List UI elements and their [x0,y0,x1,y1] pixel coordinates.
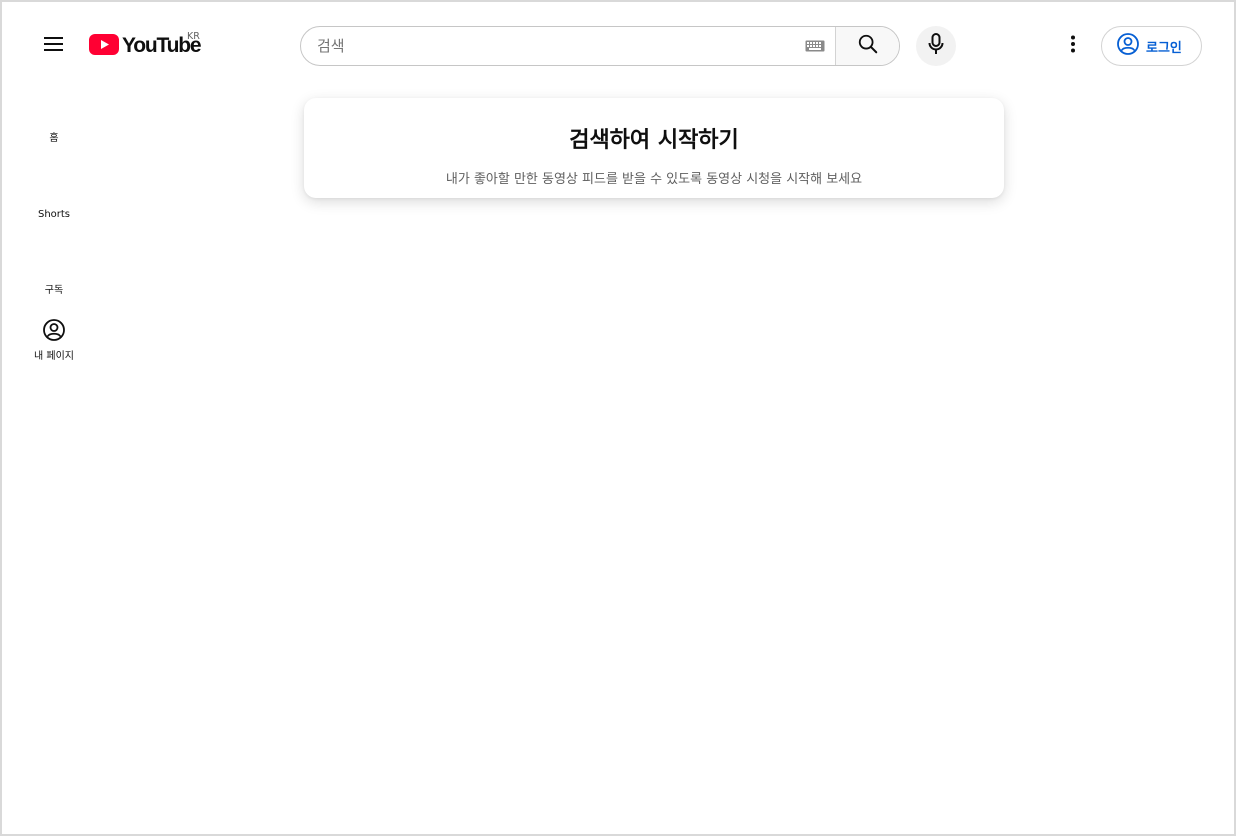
sidebar-item-label: 홈 [49,133,59,144]
more-vertical-icon [1070,35,1076,57]
country-code-label: KR [187,31,200,42]
card-title: 검색하여 시작하기 [569,128,739,153]
card-subtitle: 내가 좋아할 만한 동영상 피드를 받을 수 있도록 동영상 시청을 시작해 보… [445,172,863,187]
sidebar-item-label: 내 페이지 [34,351,74,362]
sign-in-label: 로그인 [1146,40,1182,56]
search-input[interactable] [301,27,795,65]
virtual-keyboard-button[interactable] [795,27,835,65]
guide-menu-button[interactable] [34,26,74,66]
sign-in-button[interactable]: 로그인 [1101,26,1202,66]
account-circle-icon [42,318,66,342]
account-circle-icon [1116,32,1140,60]
sidebar-item-home[interactable]: 홈 [4,92,104,166]
youtube-play-logo-icon [89,33,119,59]
sidebar-item-label: Shorts [37,209,71,220]
settings-menu-button[interactable] [1053,26,1093,66]
search-icon [857,33,879,59]
search-button[interactable] [835,27,899,65]
microphone-icon [928,33,944,59]
voice-search-button[interactable] [916,26,956,66]
masthead: YouTube KR 검색 로그인 [0,0,1236,92]
sidebar-item-shorts[interactable]: Shorts [4,168,104,242]
sidebar-item-subscriptions[interactable]: 구독 [4,244,104,318]
search-box [300,26,900,66]
sidebar-item-label: 구독 [44,285,64,296]
youtube-logo[interactable]: YouTube [89,32,202,60]
keyboard-icon [805,37,825,56]
hamburger-menu-icon [44,36,64,56]
get-started-card: 검색하여 시작하기 내가 좋아할 만한 동영상 피드를 받을 수 있도록 동영상… [304,98,1004,198]
sidebar-item-you[interactable]: 내 페이지 [4,310,104,384]
